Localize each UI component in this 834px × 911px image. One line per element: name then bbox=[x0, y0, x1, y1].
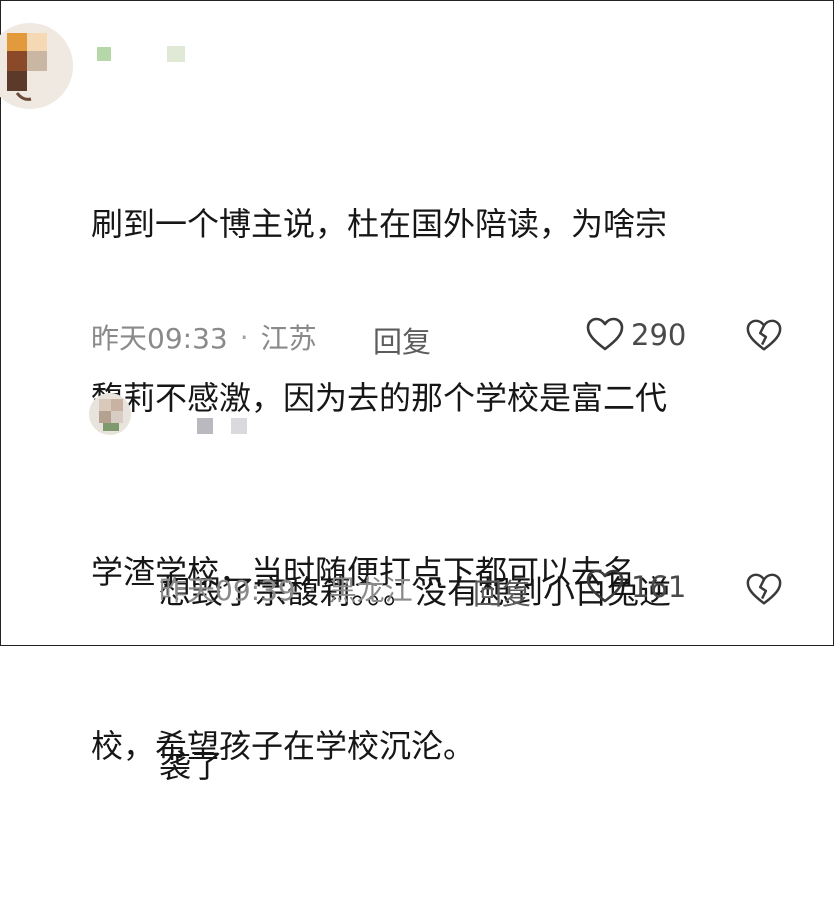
broken-heart-icon bbox=[746, 573, 782, 605]
username-blurred[interactable] bbox=[197, 417, 247, 435]
broken-heart-icon bbox=[746, 319, 782, 351]
comment-location: 江苏 bbox=[260, 322, 317, 355]
like-button[interactable]: 161 bbox=[585, 567, 686, 607]
username-blurred[interactable] bbox=[97, 45, 185, 63]
heart-outline-icon bbox=[586, 569, 624, 603]
comment-time: 昨天09:33 bbox=[91, 322, 228, 355]
comment-meta: 昨天09:39 · 黑龙江 bbox=[159, 569, 413, 609]
heart-outline-icon bbox=[586, 317, 624, 351]
dislike-button[interactable] bbox=[745, 571, 783, 613]
comment-panel: 刷到一个博主说，杜在国外陪读，为啥宗 馥莉不感激，因为去的那个学校是富二代 学渣… bbox=[0, 0, 834, 785]
reply-button[interactable]: 回复 bbox=[473, 571, 531, 613]
avatar-image-icon bbox=[89, 393, 131, 435]
avatar[interactable] bbox=[0, 23, 73, 109]
dislike-button[interactable] bbox=[745, 317, 783, 359]
comment-time: 昨天09:39 bbox=[159, 574, 296, 607]
like-count: 161 bbox=[631, 570, 687, 604]
like-button[interactable]: 290 bbox=[585, 315, 686, 355]
comment-meta: 昨天09:33 · 江苏 bbox=[91, 317, 317, 357]
comment-text: 想毁了宗馥莉。。。没有想到小白兔逆 袭了 bbox=[159, 573, 672, 785]
reply-button[interactable]: 回复 bbox=[373, 319, 431, 361]
like-count: 290 bbox=[631, 318, 687, 352]
avatar[interactable] bbox=[89, 393, 131, 435]
avatar-image-icon bbox=[0, 23, 73, 109]
comment-location: 黑龙江 bbox=[328, 574, 413, 607]
